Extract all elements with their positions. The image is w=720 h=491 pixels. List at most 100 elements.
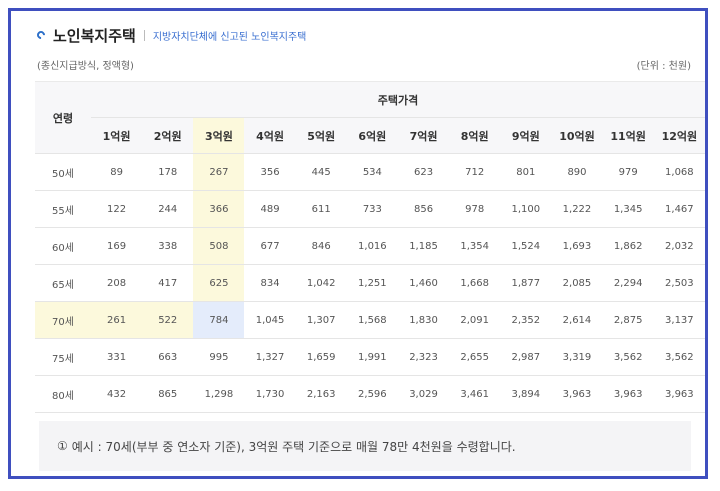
value-cell: 3,963 [653, 375, 705, 413]
value-cell: 1,016 [346, 227, 398, 265]
value-cell: 3,562 [602, 338, 654, 376]
value-cell: 3,894 [500, 375, 552, 413]
value-cell: 1,659 [295, 338, 347, 376]
value-cell: 2,596 [346, 375, 398, 413]
value-cell: 208 [91, 264, 143, 302]
house-price-group-header: 주택가격 [91, 81, 705, 118]
age-cell: 70세 [35, 301, 91, 339]
value-cell: 1,467 [653, 190, 705, 228]
value-cell: 1,345 [602, 190, 654, 228]
price-column-header: 7억원 [397, 117, 450, 154]
value-cell: 3,319 [551, 338, 603, 376]
price-column-header: 9억원 [500, 117, 552, 154]
value-cell: 3,562 [653, 338, 705, 376]
content-frame: 노인복지주택 지방자치단체에 신고된 노인복지주택 (종신지급방식, 정액형) … [8, 8, 708, 479]
value-cell: 1,460 [397, 264, 450, 302]
age-cell: 65세 [35, 264, 91, 302]
value-cell: 1,524 [500, 227, 552, 265]
value-cell: 417 [142, 264, 194, 302]
value-cell: 995 [193, 338, 245, 376]
value-cell: 663 [142, 338, 194, 376]
value-cell: 1,307 [295, 301, 347, 339]
value-cell: 3,963 [602, 375, 654, 413]
pension-table: 연령 주택가격 1억원 2억원 3억원 4억원 5억원 6억원 7억원 8억원 9억원 10억원 1… [35, 81, 705, 413]
price-column-header: 10억원 [551, 117, 603, 154]
value-cell: 712 [449, 153, 501, 191]
table-row: 65세 208 417 625 834 1,042 1,251 1,460 1,668 1,877… [35, 264, 705, 302]
value-cell: 432 [91, 375, 143, 413]
value-cell: 801 [500, 153, 552, 191]
value-cell: 522 [142, 301, 194, 339]
value-cell: 3,963 [551, 375, 603, 413]
value-cell: 2,091 [449, 301, 501, 339]
value-cell: 2,323 [397, 338, 450, 376]
value-cell: 1,991 [346, 338, 398, 376]
value-cell: 261 [91, 301, 143, 339]
value-cell: 331 [91, 338, 143, 376]
value-cell: 978 [449, 190, 501, 228]
value-cell: 2,614 [551, 301, 603, 339]
value-cell: 356 [244, 153, 296, 191]
value-cell: 89 [91, 153, 143, 191]
bullet-icon [35, 29, 47, 41]
table-row: 55세 122 244 366 489 611 733 856 978 1,100 1,222 1,3… [35, 190, 705, 228]
value-cell: 1,568 [346, 301, 398, 339]
value-cell: 3,029 [397, 375, 450, 413]
table-row: 70세 261 522 784 1,045 1,307 1,568 1,830 2,091 2,3… [35, 301, 705, 339]
value-cell: 2,085 [551, 264, 603, 302]
value-cell: 834 [244, 264, 296, 302]
value-cell: 856 [397, 190, 450, 228]
value-cell: 489 [244, 190, 296, 228]
age-cell: 55세 [35, 190, 91, 228]
value-cell: 338 [142, 227, 194, 265]
age-column-header: 연령 [35, 81, 91, 154]
value-cell: 784 [193, 301, 245, 339]
price-column-header: 3억원 [193, 117, 245, 154]
value-cell: 733 [346, 190, 398, 228]
value-cell: 611 [295, 190, 347, 228]
title-divider [143, 29, 145, 41]
value-cell: 1,693 [551, 227, 603, 265]
value-cell: 890 [551, 153, 603, 191]
value-cell: 979 [602, 153, 654, 191]
value-cell: 1,668 [449, 264, 501, 302]
section-title: 노인복지주택 [53, 26, 136, 45]
value-cell: 1,830 [397, 301, 450, 339]
price-column-header: 12억원 [653, 117, 705, 154]
table-row: 50세 89 178 267 356 445 534 623 712 801 890 979 1,068 [35, 153, 705, 191]
table-row: 60세 169 338 508 677 846 1,016 1,185 1,354 1,524 1,… [35, 227, 705, 265]
value-cell: 865 [142, 375, 194, 413]
example-note: ① 예시 : 70세(부부 중 연소자 기준), 3억원 주택 기준으로 매월 … [39, 421, 691, 471]
price-column-header: 6억원 [346, 117, 398, 154]
value-cell: 178 [142, 153, 194, 191]
table-row: 75세 331 663 995 1,327 1,659 1,991 2,323 2,655 2,9… [35, 338, 705, 376]
value-cell: 2,875 [602, 301, 654, 339]
value-cell: 2,655 [449, 338, 501, 376]
value-cell: 2,163 [295, 375, 347, 413]
value-cell: 677 [244, 227, 296, 265]
value-cell: 846 [295, 227, 347, 265]
price-column-header: 5억원 [295, 117, 347, 154]
value-cell: 1,100 [500, 190, 552, 228]
value-cell: 1,185 [397, 227, 450, 265]
value-cell: 1,298 [193, 375, 245, 413]
payment-method-note: (종신지급방식, 정액형) [37, 61, 134, 72]
price-column-header: 8억원 [449, 117, 501, 154]
value-cell: 1,222 [551, 190, 603, 228]
value-cell: 1,862 [602, 227, 654, 265]
value-cell: 1,877 [500, 264, 552, 302]
unit-note: (단위 : 천원) [636, 61, 691, 72]
value-cell: 122 [91, 190, 143, 228]
value-cell: 1,045 [244, 301, 296, 339]
age-cell: 60세 [35, 227, 91, 265]
value-cell: 1,251 [346, 264, 398, 302]
price-column-header: 1억원 [91, 117, 143, 154]
price-column-header: 11억원 [602, 117, 654, 154]
value-cell: 244 [142, 190, 194, 228]
value-cell: 623 [397, 153, 450, 191]
table-row: 80세 432 865 1,298 1,730 2,163 2,596 3,029 3,461 3… [35, 375, 705, 413]
age-cell: 50세 [35, 153, 91, 191]
price-column-header: 2억원 [142, 117, 194, 154]
value-cell: 1,042 [295, 264, 347, 302]
value-cell: 169 [91, 227, 143, 265]
